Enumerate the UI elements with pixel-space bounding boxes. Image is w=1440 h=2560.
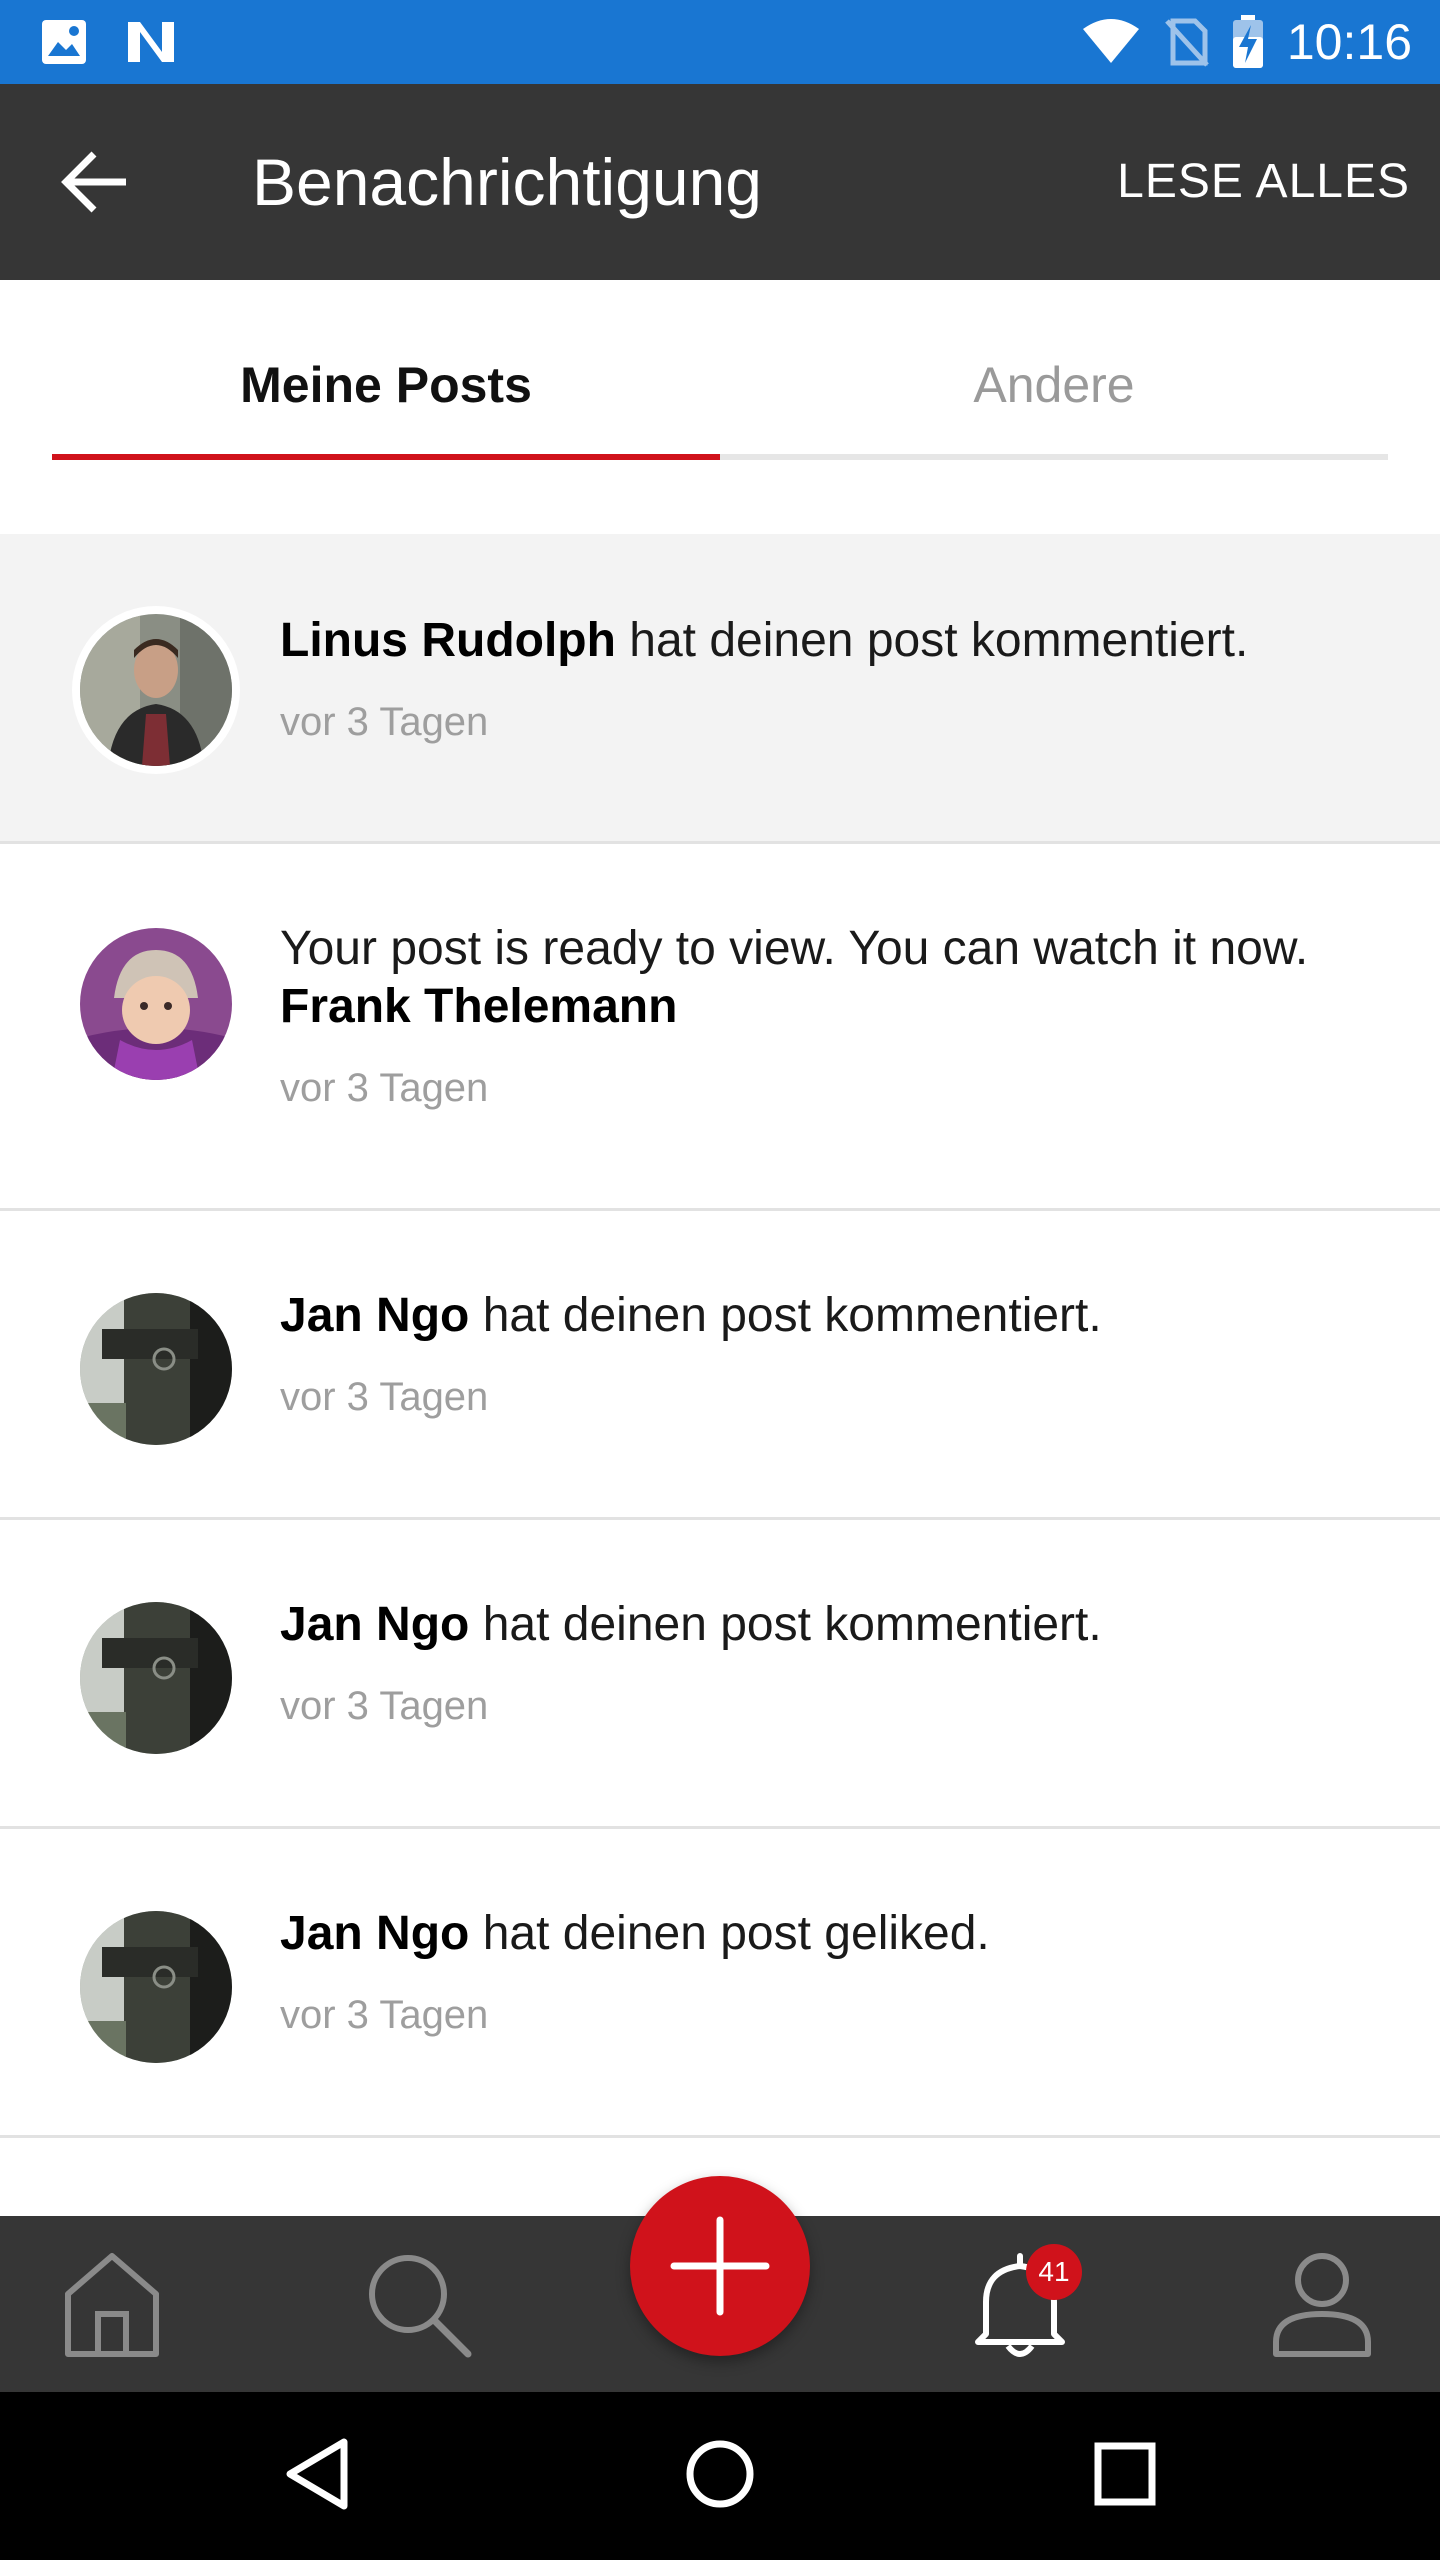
notification-time: vor 3 Tagen: [280, 1993, 489, 2037]
notification-author: Frank Thelemann: [280, 980, 678, 1033]
notification-item[interactable]: Jan Ngo hat deinen post geliked. vor 3 T…: [0, 1829, 1440, 2138]
tab-my-posts[interactable]: Meine Posts: [52, 280, 720, 462]
man-portrait-image: [80, 614, 232, 766]
avatar[interactable]: [80, 1911, 232, 2063]
notification-text: hat deinen post kommentiert.: [469, 1289, 1102, 1342]
nav-search-button[interactable]: [364, 2250, 474, 2364]
notification-message: Linus Rudolph hat deinen post kommentier…: [280, 612, 1400, 670]
notification-item[interactable]: Jan Ngo hat deinen post kommentiert. vor…: [0, 1520, 1440, 1829]
door-photo-image: [80, 1602, 232, 1754]
avatar[interactable]: [80, 1602, 232, 1754]
tab-bar: Meine Posts Andere: [52, 280, 1388, 462]
nav-home-button[interactable]: [62, 2250, 162, 2364]
notification-author: Linus Rudolph: [280, 614, 616, 667]
system-navigation-bar: [0, 2392, 1440, 2560]
avatar[interactable]: [80, 614, 232, 766]
notification-list: Linus Rudolph hat deinen post kommentier…: [0, 534, 1440, 2138]
tab-others[interactable]: Andere: [720, 280, 1388, 462]
notification-message: Jan Ngo hat deinen post geliked.: [280, 1905, 1400, 1963]
search-icon: [369, 2255, 472, 2358]
notification-author: Jan Ngo: [280, 1907, 470, 1960]
notification-time: vor 3 Tagen: [280, 1066, 489, 1110]
home-icon: [65, 2253, 159, 2357]
system-back-button[interactable]: [282, 2436, 352, 2516]
avatar[interactable]: [80, 928, 232, 1080]
notification-time: vor 3 Tagen: [280, 700, 489, 744]
notification-time: vor 3 Tagen: [280, 1684, 489, 1728]
square-recents-icon: [1094, 2442, 1156, 2506]
avatar[interactable]: [80, 1293, 232, 1445]
door-photo-image: [80, 1293, 232, 1445]
circle-home-icon: [686, 2440, 754, 2508]
notification-text: hat deinen post kommentiert.: [615, 614, 1249, 667]
tab-indicator: [52, 454, 720, 460]
notification-message: Your post is ready to view. You can watc…: [280, 920, 1400, 1036]
notification-item[interactable]: Jan Ngo hat deinen post kommentiert. vor…: [0, 1211, 1440, 1520]
notification-text: hat deinen post kommentiert.: [469, 1598, 1102, 1651]
status-time: 10:16: [1286, 14, 1412, 70]
system-home-button[interactable]: [684, 2436, 756, 2516]
notification-count-badge: 41: [1026, 2244, 1082, 2300]
nav-profile-button[interactable]: [1270, 2250, 1374, 2364]
page-title: Benachrichtigung: [252, 145, 763, 219]
notification-author: Jan Ngo: [280, 1598, 470, 1651]
image-notification-icon: [42, 20, 86, 64]
notification-author: Jan Ngo: [280, 1289, 470, 1342]
wifi-icon: [1082, 19, 1139, 63]
notification-item[interactable]: Your post is ready to view. You can watc…: [0, 844, 1440, 1211]
create-post-button[interactable]: [630, 2176, 810, 2356]
notification-time: vor 3 Tagen: [280, 1375, 489, 1419]
child-portrait-image: [80, 928, 232, 1080]
no-sim-icon: [1165, 18, 1209, 67]
notification-message: Jan Ngo hat deinen post kommentiert.: [280, 1287, 1400, 1345]
read-all-button[interactable]: LESE ALLES: [1117, 150, 1410, 214]
notification-text: hat deinen post geliked.: [469, 1907, 990, 1960]
person-icon: [1273, 2253, 1371, 2357]
arrow-left-icon: [61, 151, 126, 213]
system-recents-button[interactable]: [1092, 2436, 1158, 2516]
plus-icon: [670, 2216, 770, 2316]
door-photo-image: [80, 1911, 232, 2063]
back-button[interactable]: [56, 142, 136, 222]
app-bar: Benachrichtigung LESE ALLES: [0, 84, 1440, 280]
n-notification-icon: [128, 22, 174, 62]
battery-charging-icon: [1232, 15, 1263, 68]
triangle-back-icon: [286, 2438, 348, 2510]
notification-text: Your post is ready to view. You can watc…: [280, 922, 1309, 975]
notification-item[interactable]: Linus Rudolph hat deinen post kommentier…: [0, 534, 1440, 844]
status-bar: 10:16: [0, 0, 1440, 84]
notification-message: Jan Ngo hat deinen post kommentiert.: [280, 1596, 1400, 1654]
